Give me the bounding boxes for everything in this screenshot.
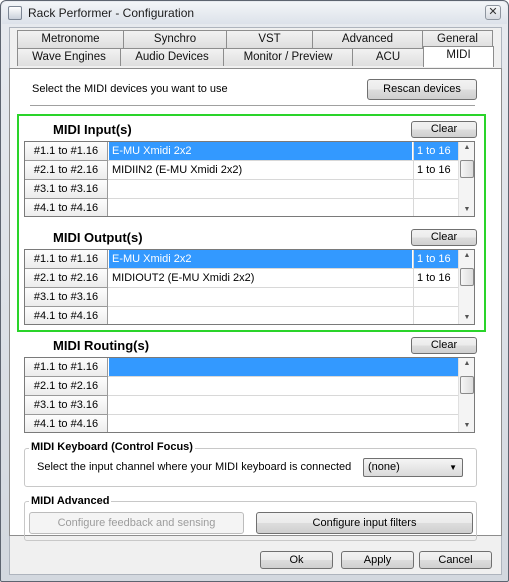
devices-instruction: Select the MIDI devices you want to use (32, 83, 228, 95)
device-cell[interactable]: E-MU Xmidi 2x2 (109, 142, 412, 160)
channel-cell: #1.1 to #1.16 (25, 250, 108, 269)
channel-cell: #4.1 to #4.16 (25, 415, 108, 432)
tab-metronome[interactable]: Metronome (17, 30, 124, 48)
range-cell[interactable] (413, 288, 460, 306)
range-cell[interactable]: 1 to 16 (413, 250, 460, 268)
channel-cell: #4.1 to #4.16 (25, 199, 108, 216)
tab-wave-engines[interactable]: Wave Engines (17, 48, 121, 66)
keyboard-channel-select[interactable]: (none) ▼ (363, 458, 463, 477)
configure-input-filters-button[interactable]: Configure input filters (256, 512, 473, 534)
midi-routing-title: MIDI Routing(s) (53, 338, 150, 353)
header-divider (30, 105, 475, 107)
midi-routing-grid[interactable]: #1.1 to #1.16 #2.1 to #2.16 #3.1 to #3.1… (24, 357, 475, 433)
clear-outputs-button[interactable]: Clear (411, 229, 477, 246)
keyboard-channel-value: (none) (368, 461, 400, 473)
device-cell[interactable]: E-MU Xmidi 2x2 (109, 250, 412, 268)
configure-feedback-button[interactable]: Configure feedback and sensing (29, 512, 244, 534)
device-cell[interactable]: MIDIOUT2 (E-MU Xmidi 2x2) (109, 269, 412, 287)
midi-outputs-grid[interactable]: #1.1 to #1.16 E-MU Xmidi 2x2 1 to 16 #2.… (24, 249, 475, 325)
channel-cell: #2.1 to #2.16 (25, 161, 108, 180)
chevron-down-icon: ▼ (449, 463, 457, 472)
scroll-up-icon[interactable]: ▲ (459, 358, 474, 370)
app-icon (8, 6, 22, 20)
window-title: Rack Performer - Configuration (28, 6, 195, 20)
table-row[interactable]: #4.1 to #4.16 (25, 415, 460, 432)
midi-inputs-title: MIDI Input(s) (53, 122, 132, 137)
table-row[interactable]: #4.1 to #4.16 (25, 199, 460, 216)
table-row[interactable]: #2.1 to #2.16 MIDIIN2 (E-MU Xmidi 2x2) 1… (25, 161, 460, 180)
tab-audio-devices[interactable]: Audio Devices (120, 48, 224, 66)
scroll-down-icon[interactable]: ▼ (459, 420, 474, 432)
channel-cell: #4.1 to #4.16 (25, 307, 108, 324)
midi-advanced-title: MIDI Advanced (29, 495, 112, 507)
close-button[interactable]: ✕ (485, 5, 501, 20)
channel-cell: #2.1 to #2.16 (25, 377, 108, 396)
scroll-down-icon[interactable]: ▼ (459, 312, 474, 324)
routing-scrollbar[interactable]: ▲ ▼ (458, 358, 474, 432)
tab-advanced[interactable]: Advanced (312, 30, 423, 48)
device-cell[interactable] (109, 307, 412, 324)
title-bar[interactable]: Rack Performer - Configuration ✕ (2, 2, 507, 24)
device-cell[interactable] (109, 199, 412, 216)
table-row[interactable]: #4.1 to #4.16 (25, 307, 460, 324)
config-window: Rack Performer - Configuration ✕ Metrono… (0, 0, 509, 582)
scroll-up-icon[interactable]: ▲ (459, 250, 474, 262)
table-row[interactable]: #3.1 to #3.16 (25, 180, 460, 199)
device-cell[interactable]: MIDIIN2 (E-MU Xmidi 2x2) (109, 161, 412, 179)
tab-midi[interactable]: MIDI (423, 46, 494, 67)
table-row[interactable]: #2.1 to #2.16 MIDIOUT2 (E-MU Xmidi 2x2) … (25, 269, 460, 288)
channel-cell: #1.1 to #1.16 (25, 358, 108, 377)
channel-cell: #1.1 to #1.16 (25, 142, 108, 161)
scroll-thumb[interactable] (460, 160, 474, 178)
clear-routing-button[interactable]: Clear (411, 337, 477, 354)
inputs-scrollbar[interactable]: ▲ ▼ (458, 142, 474, 216)
clear-inputs-button[interactable]: Clear (411, 121, 477, 138)
channel-cell: #3.1 to #3.16 (25, 180, 108, 199)
scroll-thumb[interactable] (460, 268, 474, 286)
table-row[interactable]: #1.1 to #1.16 E-MU Xmidi 2x2 1 to 16 (25, 250, 460, 269)
midi-keyboard-title: MIDI Keyboard (Control Focus) (29, 441, 195, 453)
table-row[interactable]: #3.1 to #3.16 (25, 288, 460, 307)
device-cell[interactable] (109, 288, 412, 306)
channel-cell: #2.1 to #2.16 (25, 269, 108, 288)
range-cell[interactable]: 1 to 16 (413, 161, 460, 179)
device-cell[interactable] (109, 358, 460, 376)
midi-outputs-title: MIDI Output(s) (53, 230, 143, 245)
table-row[interactable]: #1.1 to #1.16 (25, 358, 460, 377)
range-cell[interactable] (413, 180, 460, 198)
range-cell[interactable]: 1 to 16 (413, 142, 460, 160)
ok-button[interactable]: Ok (260, 551, 333, 569)
table-row[interactable]: #2.1 to #2.16 (25, 377, 460, 396)
channel-cell: #3.1 to #3.16 (25, 288, 108, 307)
tab-vst[interactable]: VST (226, 30, 313, 48)
channel-cell: #3.1 to #3.16 (25, 396, 108, 415)
table-row[interactable]: #3.1 to #3.16 (25, 396, 460, 415)
scroll-up-icon[interactable]: ▲ (459, 142, 474, 154)
range-cell[interactable] (413, 199, 460, 216)
cancel-button[interactable]: Cancel (419, 551, 492, 569)
tab-synchro[interactable]: Synchro (123, 30, 227, 48)
table-row[interactable]: #1.1 to #1.16 E-MU Xmidi 2x2 1 to 16 (25, 142, 460, 161)
range-cell[interactable] (413, 307, 460, 324)
tab-monitor-preview[interactable]: Monitor / Preview (223, 48, 353, 66)
rescan-devices-button[interactable]: Rescan devices (367, 79, 477, 100)
device-cell[interactable] (109, 180, 412, 198)
scroll-down-icon[interactable]: ▼ (459, 204, 474, 216)
midi-inputs-grid[interactable]: #1.1 to #1.16 E-MU Xmidi 2x2 1 to 16 #2.… (24, 141, 475, 217)
scroll-thumb[interactable] (460, 376, 474, 394)
keyboard-instruction: Select the input channel where your MIDI… (37, 461, 352, 473)
tab-acu[interactable]: ACU (352, 48, 424, 66)
apply-button[interactable]: Apply (341, 551, 414, 569)
outputs-scrollbar[interactable]: ▲ ▼ (458, 250, 474, 324)
range-cell[interactable]: 1 to 16 (413, 269, 460, 287)
